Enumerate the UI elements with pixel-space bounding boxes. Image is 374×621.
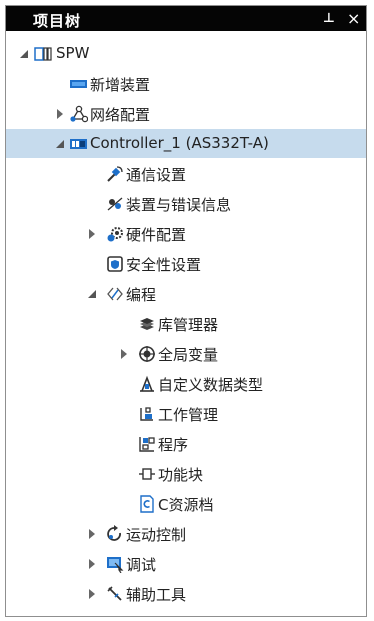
tree-item-label: SPW bbox=[56, 44, 90, 62]
library-icon bbox=[138, 315, 156, 333]
program-icon bbox=[138, 435, 156, 453]
tree-item-label: 新增装置 bbox=[90, 76, 151, 94]
tree-item-security-settings[interactable]: 安全性设置 bbox=[6, 249, 366, 278]
tree-item-motion-control[interactable]: 运动控制 bbox=[6, 519, 366, 548]
collapse-arrow-icon[interactable] bbox=[54, 138, 66, 150]
data-type-icon bbox=[138, 375, 156, 393]
tree-item-aux-tools[interactable]: 辅助工具 bbox=[6, 579, 366, 608]
tree-item-comm-settings[interactable]: 通信设置 bbox=[6, 159, 366, 188]
expand-arrow-icon[interactable] bbox=[118, 348, 130, 360]
tree-item-label: 调试 bbox=[126, 556, 157, 574]
communication-icon bbox=[106, 165, 124, 183]
tree-item-c-source[interactable]: C资源档 bbox=[6, 489, 366, 518]
project-icon bbox=[34, 45, 52, 63]
project-tree: SPW 新增装置 网络配置 Controller_1 (AS332T-A) 通信… bbox=[6, 32, 366, 616]
tree-item-add-device[interactable]: 新增装置 bbox=[6, 69, 366, 98]
tree-item-label: 通信设置 bbox=[126, 166, 187, 184]
tree-item-label: 装置与错误信息 bbox=[126, 196, 232, 214]
tree-item-programming[interactable]: 编程 bbox=[6, 279, 366, 308]
expand-arrow-icon[interactable] bbox=[86, 228, 98, 240]
panel-title: 项目树 bbox=[33, 12, 82, 30]
tree-item-controller[interactable]: Controller_1 (AS332T-A) bbox=[6, 129, 366, 158]
tree-item-label: 程序 bbox=[158, 436, 189, 454]
expand-arrow-icon[interactable] bbox=[86, 528, 98, 540]
task-icon bbox=[138, 405, 156, 423]
tree-item-program[interactable]: 程序 bbox=[6, 429, 366, 458]
globe-icon bbox=[138, 345, 156, 363]
tree-item-global-variables[interactable]: 全局变量 bbox=[6, 339, 366, 368]
tree-item-label: 自定义数据类型 bbox=[158, 376, 264, 394]
tree-item-label: C资源档 bbox=[158, 496, 214, 514]
hardware-gear-icon bbox=[106, 225, 124, 243]
c-file-icon bbox=[138, 495, 156, 513]
debug-icon bbox=[106, 555, 124, 573]
tree-item-label: 网络配置 bbox=[90, 106, 151, 124]
function-block-icon bbox=[138, 465, 156, 483]
shield-icon bbox=[106, 255, 124, 273]
close-icon[interactable]: × bbox=[347, 9, 360, 28]
collapse-arrow-icon[interactable] bbox=[86, 288, 98, 300]
device-info-icon bbox=[106, 195, 124, 213]
tree-item-label: 安全性设置 bbox=[126, 256, 202, 274]
tools-icon bbox=[106, 585, 124, 603]
expand-arrow-icon[interactable] bbox=[54, 108, 66, 120]
tree-item-device-error-info[interactable]: 装置与错误信息 bbox=[6, 189, 366, 218]
controller-icon bbox=[70, 135, 88, 153]
tree-item-label: Controller_1 (AS332T-A) bbox=[90, 134, 269, 152]
expand-arrow-icon[interactable] bbox=[86, 558, 98, 570]
project-tree-panel: 项目树 ⊥ × SPW 新增装置 网络配置 Controller_1 (AS33… bbox=[5, 5, 367, 617]
tree-item-label: 工作管理 bbox=[158, 406, 219, 424]
programming-icon bbox=[106, 285, 124, 303]
panel-titlebar: 项目树 ⊥ × bbox=[6, 6, 366, 31]
network-icon bbox=[70, 105, 88, 123]
tree-item-library-manager[interactable]: 库管理器 bbox=[6, 309, 366, 338]
tree-item-custom-data-types[interactable]: 自定义数据类型 bbox=[6, 369, 366, 398]
tree-item-spw[interactable]: SPW bbox=[6, 39, 366, 68]
expand-arrow-icon[interactable] bbox=[86, 588, 98, 600]
collapse-arrow-icon[interactable] bbox=[18, 48, 30, 60]
tree-item-label: 全局变量 bbox=[158, 346, 219, 364]
tree-item-label: 辅助工具 bbox=[126, 586, 187, 604]
add-device-icon bbox=[70, 75, 88, 93]
tree-item-label: 库管理器 bbox=[158, 316, 219, 334]
tree-item-task-management[interactable]: 工作管理 bbox=[6, 399, 366, 428]
pin-icon[interactable]: ⊥ bbox=[323, 11, 335, 26]
tree-item-debug[interactable]: 调试 bbox=[6, 549, 366, 578]
tree-item-function-block[interactable]: 功能块 bbox=[6, 459, 366, 488]
motion-icon bbox=[106, 525, 124, 543]
tree-item-label: 编程 bbox=[126, 286, 157, 304]
tree-item-label: 硬件配置 bbox=[126, 226, 187, 244]
tree-item-hardware-config[interactable]: 硬件配置 bbox=[6, 219, 366, 248]
tree-item-label: 运动控制 bbox=[126, 526, 187, 544]
tree-item-label: 功能块 bbox=[158, 466, 204, 484]
tree-item-network-config[interactable]: 网络配置 bbox=[6, 99, 366, 128]
